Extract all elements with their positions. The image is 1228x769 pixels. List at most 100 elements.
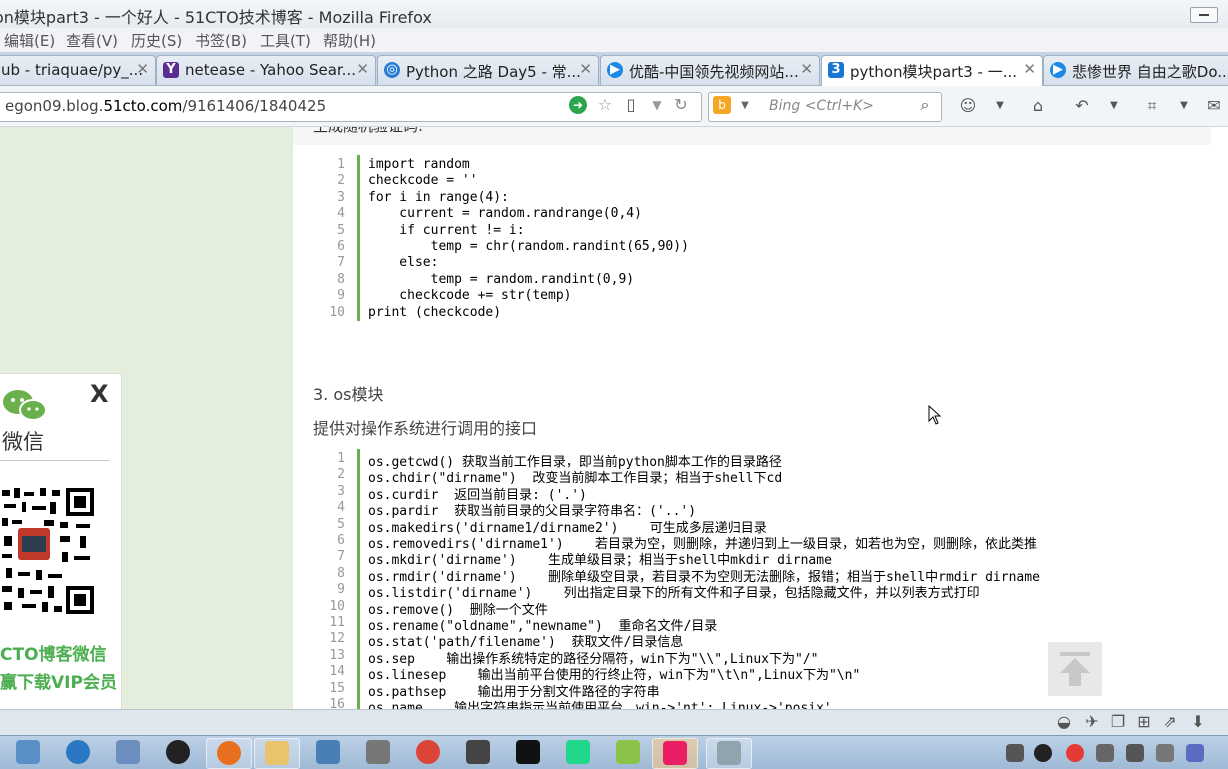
close-icon[interactable]: ✕ xyxy=(356,60,369,78)
taskbar-folder[interactable] xyxy=(254,738,300,769)
code-text: temp = random.randint(0,9) xyxy=(368,271,635,287)
wechat-promo-line2[interactable]: 赢下载VIP会员 xyxy=(0,668,117,693)
chat-icon[interactable]: ✉ xyxy=(1204,96,1224,116)
addon-icon[interactable]: ☺ xyxy=(958,96,978,116)
undo-icon[interactable]: ↶ xyxy=(1072,96,1092,116)
code-text: for i in range(4): xyxy=(368,189,509,205)
wechat-promo-line1[interactable]: CTO博客微信 xyxy=(0,640,107,665)
chevron-down-icon[interactable]: ▼ xyxy=(1174,96,1194,116)
window-titlebar: on模块part3 - 一个好人 - 51CTO技术博客 - Mozilla F… xyxy=(0,0,1228,29)
section-title: 3. os模块 xyxy=(313,385,384,404)
tab-python-part3[interactable]: 3 python模块part3 - 一... ✕ xyxy=(821,55,1043,86)
tray-icon-2[interactable] xyxy=(1156,744,1174,762)
menu-bookmarks[interactable]: 书签(B) xyxy=(195,30,247,51)
section-description: 提供对操作系统进行调用的接口 xyxy=(313,419,538,438)
volume-icon[interactable] xyxy=(1096,744,1114,762)
bing-icon[interactable]: b xyxy=(713,96,731,114)
users-icon xyxy=(663,741,687,765)
start-icon[interactable] xyxy=(16,740,40,764)
url-bar[interactable]: egon09.blog.51cto.com/9161406/1840425 ➜ … xyxy=(0,92,702,122)
menu-history[interactable]: 历史(S) xyxy=(131,30,182,51)
code-gutter-bar xyxy=(357,155,360,321)
code-text: checkcode += str(temp) xyxy=(368,288,572,304)
url-prefix: egon09.blog. xyxy=(5,97,104,115)
search-app-icon[interactable] xyxy=(316,740,340,764)
minimize-button[interactable] xyxy=(1190,7,1218,23)
divider xyxy=(0,460,110,461)
download-icon[interactable]: ⬇ xyxy=(1188,712,1208,732)
close-icon[interactable]: ✕ xyxy=(800,60,813,78)
tab-label: 优酷-中国领先视频网站... xyxy=(629,63,799,81)
mobile-icon[interactable]: ▯ xyxy=(621,95,641,115)
navigation-bar: egon09.blog.51cto.com/9161406/1840425 ➜ … xyxy=(0,86,1228,127)
explorer-icon[interactable] xyxy=(116,740,140,764)
code-text: import random xyxy=(368,157,470,172)
code-gutter-bar xyxy=(357,449,360,709)
go-arrow-icon[interactable]: ➜ xyxy=(569,96,587,114)
tray-icon-1[interactable] xyxy=(1006,744,1024,762)
article-body: 生成随机验证码: 1 import random 2 checkcode = '' 3 f… xyxy=(293,127,1228,709)
chrome-icon[interactable] xyxy=(416,740,440,764)
line-number: 16 xyxy=(329,697,345,709)
close-icon[interactable]: ✕ xyxy=(579,60,592,78)
add-window-icon[interactable]: ⊞ xyxy=(1134,712,1154,732)
tab-label: netease - Yahoo Sear... xyxy=(185,61,356,79)
back-to-top-button[interactable] xyxy=(1048,642,1102,696)
addon-bar-icon-2[interactable]: ✈ xyxy=(1082,712,1102,732)
close-icon[interactable]: ✕ xyxy=(1023,60,1036,78)
terminal-icon[interactable] xyxy=(516,740,540,764)
tab-youku[interactable]: ▶ 优酷-中国领先视频网站... ✕ xyxy=(600,55,820,85)
code-text: temp = chr(random.randint(65,90)) xyxy=(368,239,689,254)
line-number: 9 xyxy=(337,288,345,304)
url-text[interactable]: egon09.blog.51cto.com/9161406/1840425 xyxy=(5,97,326,115)
line-number: 15 xyxy=(329,680,345,696)
chevron-down-icon[interactable]: ▼ xyxy=(735,96,755,116)
menu-edit[interactable]: 编辑(E) xyxy=(4,30,55,51)
line-number: 4 xyxy=(337,206,345,222)
line-number: 5 xyxy=(337,516,345,532)
tab-yahoo[interactable]: Y netease - Yahoo Sear... ✕ xyxy=(156,55,376,85)
chart-app-icon[interactable] xyxy=(616,740,640,764)
menu-tools[interactable]: 工具(T) xyxy=(260,30,311,51)
search-bar[interactable]: b ▼ Bing <Ctrl+K> ⌕ xyxy=(708,92,942,122)
ie-icon[interactable] xyxy=(66,740,90,764)
close-icon[interactable]: ✕ xyxy=(136,60,149,78)
taskbar-app[interactable] xyxy=(706,738,752,769)
home-icon[interactable]: ⌂ xyxy=(1028,96,1048,116)
code-text: if current != i: xyxy=(368,222,525,238)
tab-github[interactable]: ub - triaquae/py_... ✕ xyxy=(0,55,156,85)
line-number: 5 xyxy=(337,222,345,238)
qq-icon[interactable] xyxy=(166,740,190,764)
chevron-down-icon[interactable]: ▼ xyxy=(990,96,1010,116)
code-text: current = random.randrange(0,4) xyxy=(368,206,642,222)
dropdown-icon[interactable]: ▼ xyxy=(647,95,667,115)
close-button[interactable]: X xyxy=(90,380,109,408)
reload-icon[interactable]: ↻ xyxy=(671,95,691,115)
window-icon[interactable]: ❐ xyxy=(1108,712,1128,732)
tray-record-icon[interactable] xyxy=(1066,744,1084,762)
app-icon[interactable] xyxy=(466,740,490,764)
tray-icon-3[interactable] xyxy=(1186,744,1204,762)
tray-qq-icon[interactable] xyxy=(1034,744,1052,762)
tab-les-miserables[interactable]: ▶ 悲惨世界 自由之歌Do... xyxy=(1043,55,1228,85)
pycharm-icon[interactable] xyxy=(566,740,590,764)
url-path: /9161406/1840425 xyxy=(182,97,327,115)
firefox-icon xyxy=(217,741,241,765)
line-number: 6 xyxy=(337,533,345,548)
tab-python-day5[interactable]: ◎ Python 之路 Day5 - 常... ✕ xyxy=(377,55,599,85)
menu-help[interactable]: 帮助(H) xyxy=(323,30,376,51)
share-icon[interactable]: ⇗ xyxy=(1160,712,1180,732)
network-icon[interactable] xyxy=(1126,744,1144,762)
menu-view[interactable]: 查看(V) xyxy=(66,30,118,51)
addon-bar-icon-1[interactable]: ◒ xyxy=(1054,712,1074,732)
crop-icon[interactable]: ⌗ xyxy=(1142,96,1162,116)
taskbar-firefox[interactable] xyxy=(206,738,252,769)
arrow-up-icon xyxy=(1060,652,1090,686)
search-icon[interactable]: ⌕ xyxy=(915,95,935,115)
tab-label: ub - triaquae/py_... xyxy=(1,61,144,79)
star-icon[interactable]: ☆ xyxy=(595,95,615,115)
chevron-down-icon[interactable]: ▼ xyxy=(1104,96,1124,116)
taskbar-active-app[interactable] xyxy=(652,738,698,769)
line-number: 1 xyxy=(337,157,345,172)
tool-icon[interactable] xyxy=(366,740,390,764)
